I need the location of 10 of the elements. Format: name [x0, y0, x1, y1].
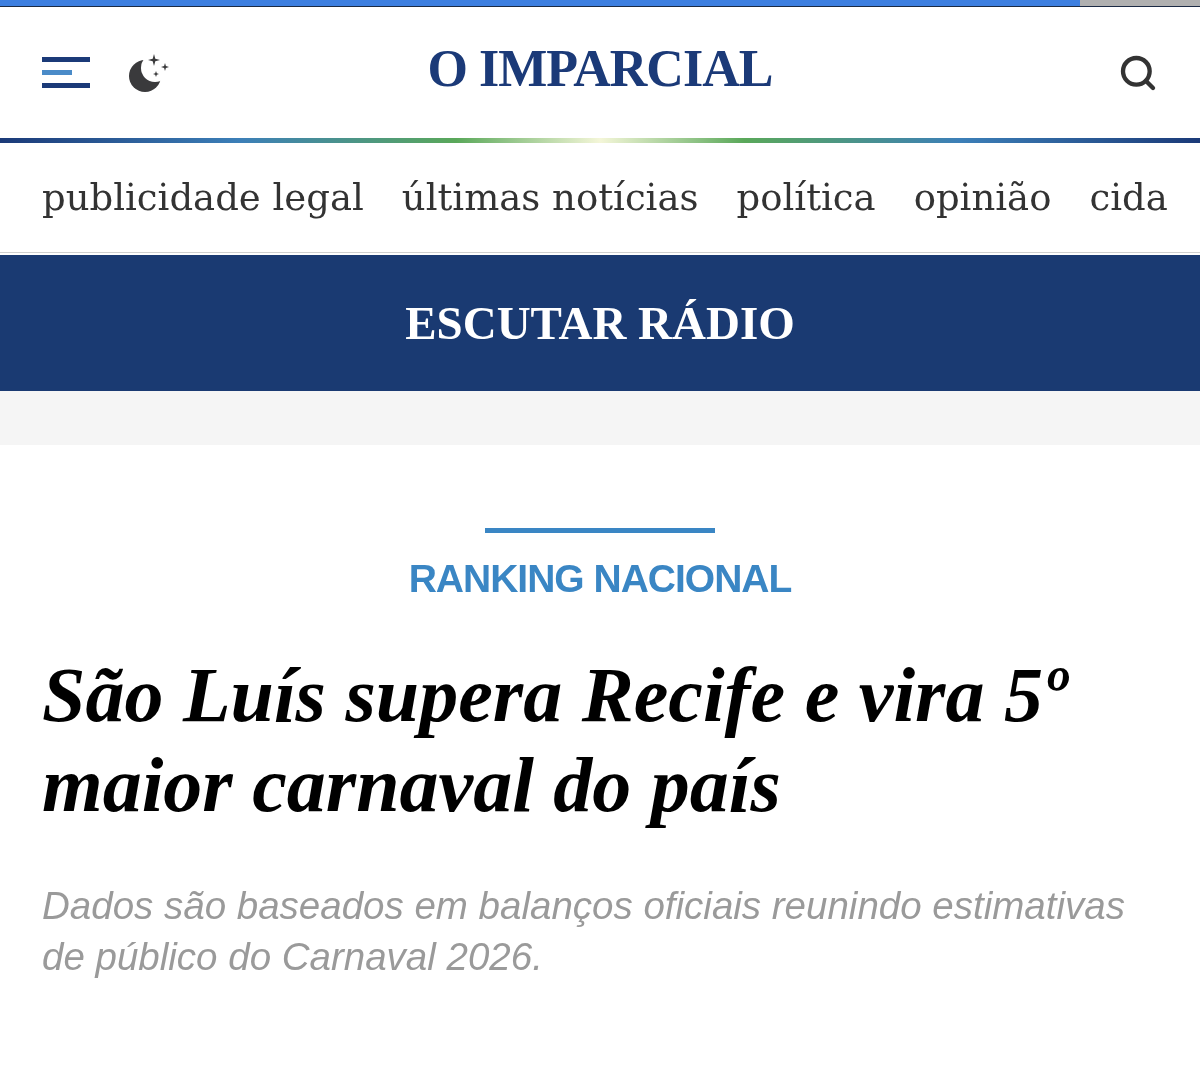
- article-headline: São Luís supera Recife e vira 5º maior carnaval do país: [42, 650, 1070, 830]
- site-logo[interactable]: O IMPARCIAL: [427, 43, 773, 95]
- nav-link[interactable]: últimas notícias: [401, 179, 699, 216]
- nav-link[interactable]: política: [736, 179, 876, 216]
- menu-icon[interactable]: [42, 57, 90, 88]
- nav-link[interactable]: opinião: [913, 179, 1052, 216]
- article-subtitle: Dados são baseados em balanços oficiais reunindo estimativas de público do Carnaval 2026.: [42, 883, 1126, 980]
- listen-radio-banner[interactable]: ESCUTAR RÁDIO: [0, 255, 1200, 391]
- nav-link[interactable]: cida: [1089, 179, 1168, 216]
- category-label: RANKING NACIONAL: [408, 559, 792, 598]
